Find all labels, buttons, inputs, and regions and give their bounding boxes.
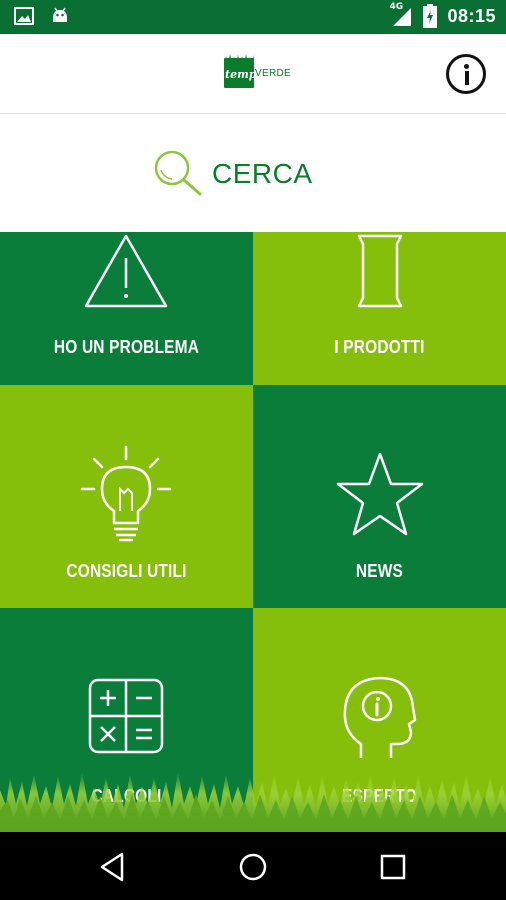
tile-consigli-utili[interactable]: CONSIGLI UTILI	[0, 385, 253, 608]
tile-label: I PRODOTTI	[334, 337, 425, 357]
android-notification-icon	[53, 7, 67, 22]
home-icon[interactable]	[236, 850, 270, 884]
tile-label: NEWS	[355, 561, 404, 581]
signal-icon	[393, 8, 412, 26]
product-bag-icon	[357, 234, 403, 308]
info-icon	[464, 64, 469, 69]
logo-text-verde: VERDE	[255, 68, 291, 79]
tile-news[interactable]: NEWS	[253, 385, 506, 608]
status-bar: 4G 08:15	[0, 0, 506, 34]
info-button[interactable]	[446, 54, 486, 94]
image-notification-icon	[14, 7, 34, 25]
notification-area	[14, 6, 70, 26]
search-button[interactable]: CERCA	[152, 148, 352, 198]
navigation-bar	[0, 832, 506, 900]
recents-icon[interactable]	[376, 850, 410, 884]
calculator-icon	[88, 678, 164, 754]
system-indicators: 4G 08:15	[389, 2, 496, 28]
search-icon	[154, 150, 202, 196]
warning-icon	[84, 234, 168, 308]
tile-label: ESPERTO	[342, 786, 417, 806]
tile-calcoli[interactable]: CALCOLI	[0, 608, 253, 832]
logo-grass-box: temp	[224, 54, 257, 88]
logo-grass-icon	[224, 54, 254, 64]
menu-grid: HO UN PROBLEMA I PRODOTTI CONSIGLI UTILI…	[0, 232, 506, 832]
tile-ho-un-problema[interactable]: HO UN PROBLEMA	[0, 232, 253, 385]
app-logo: temp VERDE	[224, 54, 291, 90]
search-label: CERCA	[212, 158, 313, 189]
back-icon[interactable]	[96, 850, 130, 884]
tile-esperto[interactable]: ESPERTO	[253, 608, 506, 832]
tile-label: CALCOLI	[91, 786, 162, 806]
clock: 08:15	[447, 5, 496, 26]
lightbulb-icon	[80, 445, 172, 542]
battery-charging-icon	[423, 4, 438, 28]
tile-label: CONSIGLI UTILI	[66, 561, 187, 581]
search-area: CERCA	[0, 114, 506, 232]
app-bar: temp VERDE	[0, 34, 506, 114]
tile-i-prodotti[interactable]: I PRODOTTI	[253, 232, 506, 385]
star-icon	[336, 452, 424, 536]
signal-indicator: 4G	[389, 2, 413, 28]
logo-text-temp: temp	[225, 68, 257, 81]
expert-head-icon	[343, 676, 417, 758]
tile-label: HO UN PROBLEMA	[53, 337, 200, 357]
info-icon-bar	[464, 71, 469, 85]
